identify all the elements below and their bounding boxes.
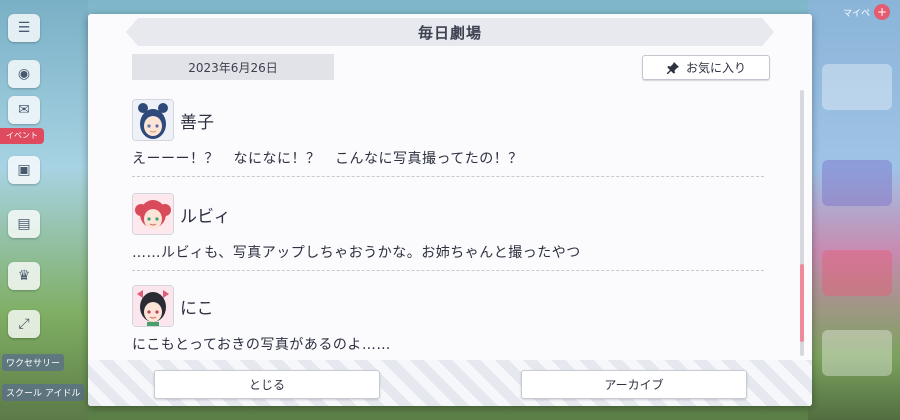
school-idol-label[interactable]: スクール アイドル	[2, 384, 85, 401]
expand-icon[interactable]: ⤢	[8, 310, 40, 338]
mail-icon[interactable]: ✉	[8, 96, 40, 124]
yoshiko-avatar-icon	[132, 99, 174, 141]
scrollbar-thumb[interactable]	[800, 264, 804, 342]
dialog-title: 毎日劇場	[417, 23, 482, 42]
gift-icon[interactable]: ▣	[8, 156, 40, 184]
message-divider	[132, 270, 764, 271]
add-coin-icon[interactable]: +	[874, 4, 890, 20]
chat-message: 善子 えーーー！？ なになに！？ こんなに写真撮ってたの！？	[132, 98, 766, 168]
menu-icon[interactable]: ☰	[8, 14, 40, 42]
pin-icon	[666, 61, 680, 75]
chat-message: ルビィ ……ルビィも、写真アップしちゃおうかな。お姉ちゃんと撮ったやつ	[132, 192, 766, 262]
background-left-panel: ☰ ◉ ✉ イベント ▣ ▤ ♛ ⤢ ワクセサリー スクール アイドル	[0, 0, 88, 420]
favorite-label: お気に入り	[685, 61, 746, 75]
chat-log[interactable]: 善子 えーーー！？ なになに！？ こんなに写真撮ってたの！？ ルビィ ……ルビィ…	[132, 94, 766, 356]
monitor-icon[interactable]: ▤	[8, 210, 40, 238]
background-right-panel: + マイペ	[808, 0, 900, 420]
message-text: ……ルビィも、写真アップしちゃおうかな。お姉ちゃんと撮ったやつ	[132, 245, 581, 261]
close-button[interactable]: とじる	[154, 370, 380, 399]
top-right-text: マイペ	[842, 9, 870, 19]
dialog-title-bar: 毎日劇場	[126, 18, 774, 46]
right-card-3[interactable]	[822, 250, 892, 296]
right-card-2[interactable]	[822, 160, 892, 206]
daily-theater-dialog: 毎日劇場 2023年6月26日 お気に入り 善子 えーーー！？ なになに！？ こ…	[88, 14, 812, 406]
ruby-avatar-icon	[132, 193, 174, 235]
nico-avatar-icon	[132, 285, 174, 327]
favorite-button[interactable]: お気に入り	[642, 55, 770, 80]
date-label: 2023年6月26日	[132, 54, 334, 80]
speaker-name: 善子	[180, 112, 214, 133]
message-text: えーーー！？ なになに！？ こんなに写真撮ってたの！？	[132, 151, 523, 167]
speaker-name: ルビィ	[180, 206, 231, 227]
trophy-icon[interactable]: ♛	[8, 262, 40, 290]
message-text: にこもとっておきの写真があるのよ……	[132, 337, 391, 353]
speaker-name: にこ	[180, 298, 214, 319]
right-card-4[interactable]	[822, 330, 892, 376]
profile-icon[interactable]: ◉	[8, 60, 40, 88]
chat-message: にこ にこもとっておきの写真があるのよ……	[132, 284, 766, 354]
dialog-footer: とじる アーカイブ	[88, 360, 812, 406]
archive-button[interactable]: アーカイブ	[521, 370, 747, 399]
accessory-label[interactable]: ワクセサリー	[2, 354, 65, 371]
message-divider	[132, 176, 764, 177]
right-card-1[interactable]	[822, 64, 892, 110]
event-tag[interactable]: イベント	[0, 128, 44, 144]
chat-scrollbar[interactable]	[800, 90, 804, 356]
